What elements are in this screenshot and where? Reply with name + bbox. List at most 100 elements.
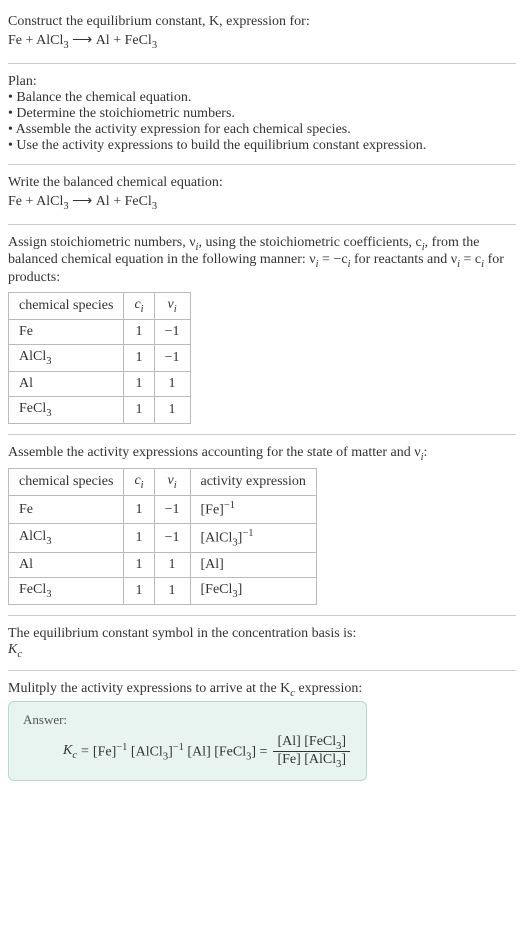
cell-species: AlCl3	[9, 344, 124, 371]
col-c: ci	[124, 469, 154, 496]
col-v: νi	[154, 293, 190, 320]
cell-c: 1	[124, 344, 154, 371]
multiply-line: Mulitply the activity expressions to arr…	[8, 681, 516, 699]
cell-v: 1	[154, 553, 190, 578]
table-row: Al11	[9, 371, 191, 396]
col-expr: activity expression	[190, 469, 316, 496]
text: Assign stoichiometric numbers, ν	[8, 235, 196, 250]
plan-item: Determine the stoichiometric numbers.	[8, 106, 516, 122]
basis-section: The equilibrium constant symbol in the c…	[8, 620, 516, 666]
cell-v: −1	[154, 523, 190, 552]
plan-item: Use the activity expressions to build th…	[8, 138, 516, 154]
sub3: 3	[63, 201, 68, 212]
cell-v: −1	[154, 496, 190, 524]
divider	[8, 224, 516, 225]
cell-v: 1	[154, 578, 190, 605]
text: :	[424, 445, 428, 460]
cell-c: 1	[124, 319, 154, 344]
kc-expression: Kc = [Fe]−1 [AlCl3]−1 [Al] [FeCl3] = [Al…	[63, 734, 352, 771]
basis-symbol: Kc	[8, 642, 516, 660]
eq-rhs: Al + FeCl	[96, 194, 152, 209]
answer-label: Answer:	[23, 712, 352, 728]
balanced-section: Write the balanced chemical equation: Fe…	[8, 169, 516, 220]
divider	[8, 615, 516, 616]
sub3b: 3	[152, 40, 157, 51]
divider	[8, 63, 516, 64]
plan-item: Balance the chemical equation.	[8, 90, 516, 106]
header-label: chemical species	[19, 474, 113, 489]
denominator: [Fe] [AlCl3]	[273, 752, 350, 770]
header-label: activity expression	[201, 474, 306, 489]
balanced-equation: Fe + AlCl3 ⟶ Al + FeCl3	[8, 191, 516, 214]
multiply-section: Mulitply the activity expressions to arr…	[8, 675, 516, 787]
intro-section: Construct the equilibrium constant, K, e…	[8, 8, 516, 59]
activity-table: chemical species ci νi activity expressi…	[8, 468, 317, 605]
cell-species: FeCl3	[9, 396, 124, 423]
divider	[8, 670, 516, 671]
divider	[8, 434, 516, 435]
cell-c: 1	[124, 553, 154, 578]
eq-rhs: Al + FeCl	[96, 33, 152, 48]
basis-line: The equilibrium constant symbol in the c…	[8, 626, 516, 642]
k-sub: c	[72, 750, 77, 761]
plan-heading: Plan:	[8, 74, 516, 90]
col-c: ci	[124, 293, 154, 320]
text: Assemble the activity expressions accoun…	[8, 445, 421, 460]
cell-expr: [Al]	[190, 553, 316, 578]
eq-lhs: Fe + AlCl	[8, 194, 63, 209]
cell-c: 1	[124, 396, 154, 423]
header-label: νi	[167, 297, 176, 312]
cell-expr: [FeCl3]	[190, 578, 316, 605]
plan-list: Balance the chemical equation. Determine…	[8, 90, 516, 154]
table-row: Al11[Al]	[9, 553, 317, 578]
eq-lhs: Fe + AlCl	[8, 33, 63, 48]
expr-terms: [Fe]−1 [AlCl3]−1 [Al] [FeCl3] =	[93, 742, 268, 762]
numerator: [Al] [FeCl3]	[273, 734, 350, 753]
cell-v: 1	[154, 371, 190, 396]
header-label: ci	[134, 473, 143, 488]
text: , using the stoichiometric coefficients,…	[198, 235, 421, 250]
cell-species: FeCl3	[9, 578, 124, 605]
activity-heading: Assemble the activity expressions accoun…	[8, 445, 516, 463]
intro-line1: Construct the equilibrium constant, K, e…	[8, 14, 516, 30]
table-header-row: chemical species ci νi activity expressi…	[9, 469, 317, 496]
col-v: νi	[154, 469, 190, 496]
k-sub: c	[17, 649, 22, 660]
reaction-arrow: ⟶	[72, 33, 96, 48]
table-row: AlCl31−1	[9, 344, 191, 371]
cell-species: Al	[9, 371, 124, 396]
cell-v: −1	[154, 319, 190, 344]
text: for reactants and ν	[350, 252, 457, 267]
cell-species: Al	[9, 553, 124, 578]
table-row: Fe1−1	[9, 319, 191, 344]
header-label: νi	[167, 473, 176, 488]
reaction-arrow: ⟶	[72, 194, 96, 209]
divider	[8, 164, 516, 165]
text: = −c	[319, 252, 348, 267]
cell-c: 1	[124, 523, 154, 552]
cell-v: 1	[154, 396, 190, 423]
stoich-section: Assign stoichiometric numbers, νi, using…	[8, 229, 516, 430]
cell-expr: [AlCl3]−1	[190, 523, 316, 552]
col-species: chemical species	[9, 293, 124, 320]
cell-c: 1	[124, 371, 154, 396]
col-species: chemical species	[9, 469, 124, 496]
k-symbol: K	[8, 642, 17, 657]
activity-section: Assemble the activity expressions accoun…	[8, 439, 516, 612]
cell-species: Fe	[9, 496, 124, 524]
cell-species: AlCl3	[9, 523, 124, 552]
header-label: chemical species	[19, 298, 113, 313]
intro-equation: Fe + AlCl3 ⟶ Al + FeCl3	[8, 30, 516, 53]
plan-item: Assemble the activity expression for eac…	[8, 122, 516, 138]
text: = c	[460, 252, 481, 267]
text: Mulitply the activity expressions to arr…	[8, 681, 290, 696]
cell-c: 1	[124, 578, 154, 605]
sub3b: 3	[152, 201, 157, 212]
cell-c: 1	[124, 496, 154, 524]
header-label: ci	[134, 297, 143, 312]
text: expression:	[295, 681, 362, 696]
stoich-text: Assign stoichiometric numbers, νi, using…	[8, 235, 516, 287]
cell-v: −1	[154, 344, 190, 371]
table-header-row: chemical species ci νi	[9, 293, 191, 320]
answer-box: Answer: Kc = [Fe]−1 [AlCl3]−1 [Al] [FeCl…	[8, 701, 367, 782]
